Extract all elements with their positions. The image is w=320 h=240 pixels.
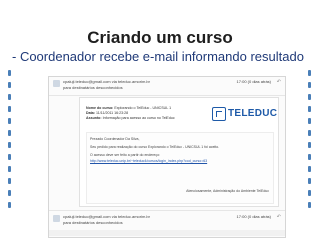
body-line: Seu pedido para realização do curso Expl… [90, 145, 220, 149]
email-body: Prezado Coordenador Da Silva, Seu pedido… [86, 132, 274, 204]
avatar [53, 215, 60, 222]
signature: Atenciosamente, Administração do Ambient… [186, 189, 269, 193]
left-dash-decoration [8, 70, 12, 232]
sender: cpaluji.teleduc@gmail.com via teleduc.am… [63, 79, 150, 84]
message-header[interactable]: cpaluji.teleduc@gmail.com via teleduc.am… [49, 77, 285, 96]
avatar [53, 80, 60, 87]
divider [49, 230, 285, 236]
timestamp: 17:00 (0 dias atrás) [236, 79, 271, 84]
recipient: para destinatários desconhecidos [63, 220, 123, 225]
email-screenshot: cpaluji.teleduc@gmail.com via teleduc.am… [48, 76, 286, 238]
reply-icon[interactable]: ↶ [277, 214, 281, 220]
course-link[interactable]: http://www.teleduc.unip.br/~teleduc4/cur… [90, 159, 207, 163]
email-content: Nome do curso: Explorando o TelEduc - UN… [79, 97, 279, 207]
bullet-text: - Coordenador recebe e-mail informando r… [12, 49, 304, 64]
timestamp: 17:00 (0 dias atrás) [236, 214, 271, 219]
subject-row: Assunto: Informação para acesso ao curso… [86, 116, 175, 120]
teleduc-logo: TELEDUC [212, 106, 277, 126]
date-row: Data: 11/11/2011 16:23:28 [86, 111, 129, 115]
reply-icon[interactable]: ↶ [277, 79, 281, 85]
sender: cpaluji.teleduc@gmail.com via teleduc.am… [63, 214, 150, 219]
course-name-row: Nome do curso: Explorando o TelEduc - UN… [86, 106, 172, 110]
right-dash-decoration [308, 70, 312, 232]
message-footer[interactable]: cpaluji.teleduc@gmail.com via teleduc.am… [49, 210, 285, 229]
teleduc-logo-icon [212, 107, 226, 121]
recipient: para destinatários desconhecidos [63, 85, 123, 90]
body-line: O acesso deve ser feito a partir do ende… [90, 153, 161, 157]
slide-title: Criando um curso [87, 28, 233, 47]
greeting: Prezado Coordenador Da Silva, [90, 137, 140, 141]
